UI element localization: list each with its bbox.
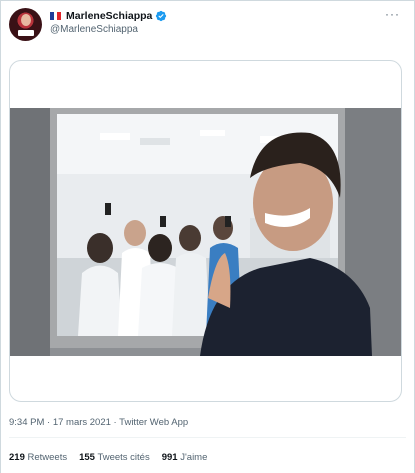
more-options-icon[interactable]: ··· [385, 8, 400, 20]
tweet-timestamp[interactable]: 9:34 PM · 17 mars 2021 · Twitter Web App [9, 417, 188, 428]
media-card[interactable] [9, 60, 402, 402]
stat-retweets[interactable]: 219 Retweets [9, 452, 67, 463]
avatar[interactable] [9, 8, 42, 41]
author-handle[interactable]: @MarleneSchiappa [50, 24, 138, 35]
engagement-stats: 219 Retweets 155 Tweets cités 991 J'aime [9, 452, 207, 463]
author-name-row[interactable]: MarleneSchiappa [50, 10, 167, 22]
avatar-face [21, 14, 31, 26]
embedded-photo[interactable] [10, 108, 401, 356]
stats-divider [9, 437, 406, 438]
verified-badge-icon [156, 10, 167, 22]
avatar-badge [18, 30, 34, 36]
tweet-container: MarleneSchiappa @MarleneSchiappa ··· 9:3… [0, 0, 415, 473]
retweets-count: 219 [9, 452, 25, 463]
retweets-label: Retweets [27, 452, 68, 463]
stat-quote-tweets[interactable]: 155 Tweets cités [79, 452, 150, 463]
likes-count: 991 [161, 452, 178, 463]
photo-illustration [10, 108, 401, 356]
author-display-name[interactable]: MarleneSchiappa [66, 10, 152, 22]
france-flag-icon [50, 12, 62, 20]
stat-likes[interactable]: 991 J'aime [162, 452, 208, 463]
quote-tweets-label: Tweets cités [97, 452, 150, 463]
likes-label: J'aime [180, 452, 208, 463]
quote-tweets-count: 155 [79, 452, 95, 463]
